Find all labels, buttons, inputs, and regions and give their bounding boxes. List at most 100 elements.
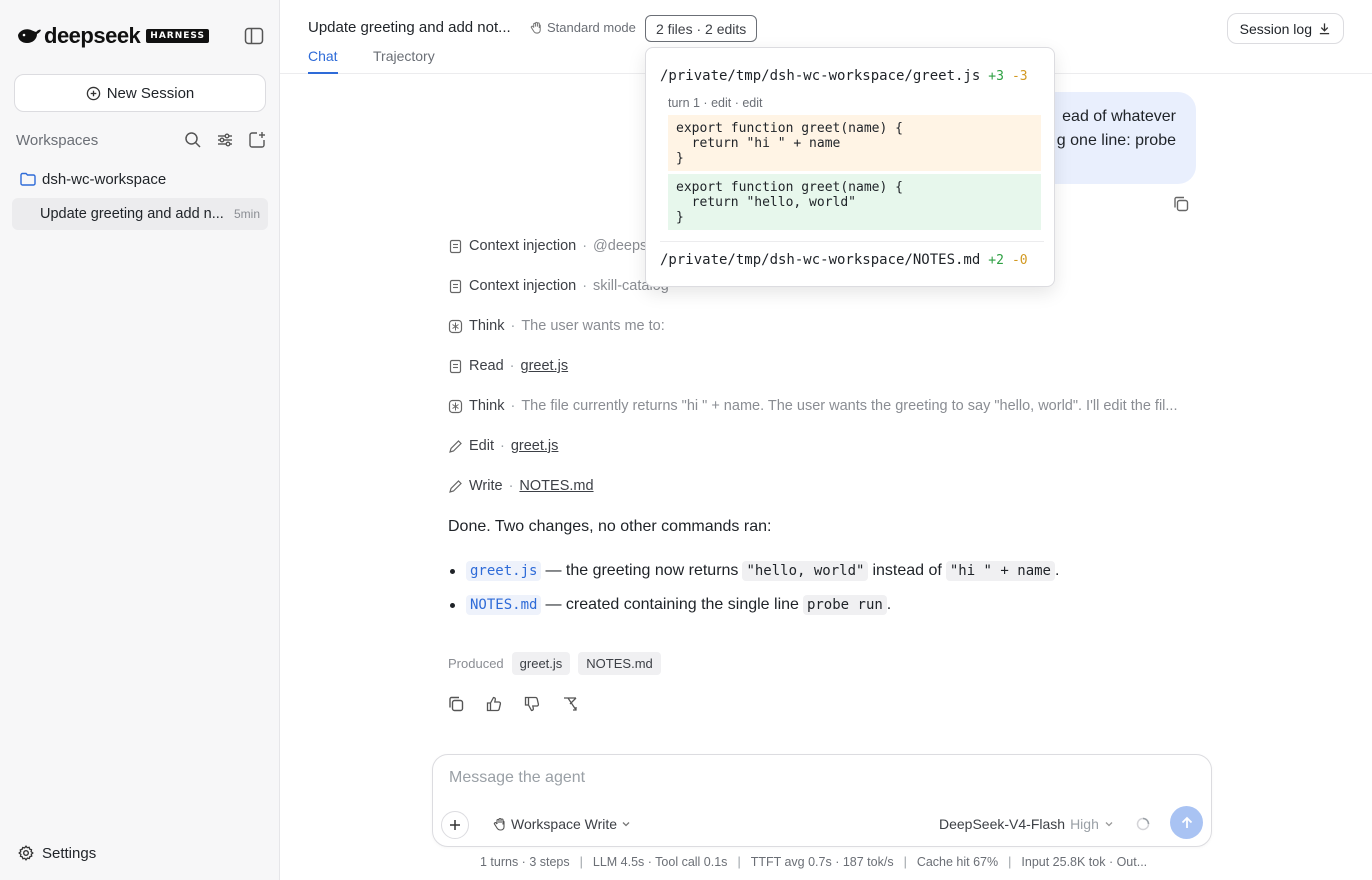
status-separator: | xyxy=(903,855,907,869)
model-effort: High xyxy=(1070,816,1099,832)
mode-label: Standard mode xyxy=(547,20,636,35)
session-item[interactable]: Update greeting and add n... 5min xyxy=(12,198,268,230)
step-think[interactable]: Think · The file currently returns "hi "… xyxy=(448,395,1177,417)
sidebar: deepseek HARNESS New Session Workspaces xyxy=(0,0,280,880)
status-bar: 1 turns · 3 steps | LLM 4.5s · Tool call… xyxy=(480,855,1147,869)
settings-label: Settings xyxy=(42,844,97,862)
sidebar-toggle-icon[interactable] xyxy=(244,27,264,45)
copy-icon[interactable] xyxy=(447,695,465,713)
popover-file-row[interactable]: /private/tmp/dsh-wc-workspace/NOTES.md +… xyxy=(660,250,1044,270)
step-detail: @deeps xyxy=(593,238,648,254)
attach-button[interactable] xyxy=(441,811,469,839)
lines-removed: -0 xyxy=(1011,252,1028,268)
answer-text: instead of xyxy=(872,562,942,579)
thumbs-down-icon[interactable] xyxy=(523,695,541,713)
step-file-link[interactable]: greet.js xyxy=(511,438,559,454)
session-age: 5min xyxy=(233,207,260,221)
brand-logo[interactable]: deepseek HARNESS xyxy=(16,24,209,48)
inline-code: "hi " + name xyxy=(945,561,1055,581)
send-button[interactable] xyxy=(1170,806,1203,839)
status-separator: | xyxy=(737,855,741,869)
chevron-down-icon xyxy=(1105,822,1113,827)
file-chip[interactable]: greet.js xyxy=(466,561,542,581)
popover-file-row[interactable]: /private/tmp/dsh-wc-workspace/greet.js +… xyxy=(660,66,1044,86)
changed-files-popover: /private/tmp/dsh-wc-workspace/greet.js +… xyxy=(645,47,1055,287)
status-separator: | xyxy=(579,855,583,869)
step-kind: Read xyxy=(469,358,504,374)
model-selector[interactable]: DeepSeek-V4-Flash High xyxy=(939,816,1114,832)
step-context-injection[interactable]: Context injection · skill-catalog xyxy=(448,275,669,297)
mode-indicator[interactable]: Standard mode xyxy=(530,20,636,35)
step-edit[interactable]: Edit · greet.js xyxy=(448,435,558,457)
permission-label: Workspace Write xyxy=(511,816,618,832)
hand-icon xyxy=(530,21,541,34)
message-input[interactable] xyxy=(449,769,1189,787)
status-separator: | xyxy=(1008,855,1012,869)
step-write[interactable]: Write · NOTES.md xyxy=(448,475,594,497)
inline-code: "hello, world" xyxy=(742,561,869,581)
step-separator: · xyxy=(510,398,516,414)
brain-icon xyxy=(448,319,463,333)
answer-intro: Done. Two changes, no other commands ran… xyxy=(448,518,772,535)
filter-sliders-icon[interactable] xyxy=(216,131,234,149)
step-context-injection[interactable]: Context injection · @deeps xyxy=(448,235,647,257)
new-session-label: New Session xyxy=(106,84,195,102)
new-session-button[interactable]: New Session xyxy=(14,74,266,112)
thumbs-up-icon[interactable] xyxy=(485,695,503,713)
workspaces-header: Workspaces xyxy=(16,130,266,150)
folder-icon xyxy=(20,172,36,186)
workspace-folder[interactable]: dsh-wc-workspace xyxy=(20,168,266,190)
step-separator: · xyxy=(509,358,515,374)
model-name: DeepSeek-V4-Flash xyxy=(939,816,1066,832)
lines-added: +2 xyxy=(988,252,1004,268)
diff-removed-block: export function greet(name) { return "hi… xyxy=(668,115,1041,171)
document-icon xyxy=(449,239,462,253)
tab-trajectory[interactable]: Trajectory xyxy=(373,48,435,74)
copy-icon[interactable] xyxy=(1172,195,1190,213)
lines-removed: -3 xyxy=(1011,68,1028,84)
file-path: /private/tmp/dsh-wc-workspace/greet.js xyxy=(660,68,981,84)
session-log-button[interactable]: Session log xyxy=(1226,13,1344,44)
bullet-dot xyxy=(450,602,455,608)
divider xyxy=(660,241,1044,242)
permission-selector[interactable]: Workspace Write xyxy=(493,816,631,832)
step-think[interactable]: Think · The user wants me to: xyxy=(448,315,665,337)
tab-chat[interactable]: Chat xyxy=(308,48,338,74)
new-workspace-icon[interactable] xyxy=(248,131,266,149)
step-separator: · xyxy=(510,318,516,334)
answer-text: — the greeting now returns xyxy=(545,562,739,579)
status-item: 1 turns · 3 steps xyxy=(480,855,570,869)
page-title: Update greeting and add not... xyxy=(308,19,511,36)
produced-file-chip[interactable]: NOTES.md xyxy=(578,651,661,675)
plus-circle-icon xyxy=(86,86,100,100)
pencil-icon xyxy=(449,479,462,493)
document-icon xyxy=(449,359,462,373)
plus-icon xyxy=(450,820,460,830)
branch-icon[interactable] xyxy=(561,695,579,713)
files-edits-chip[interactable]: 2 files · 2 edits xyxy=(645,15,758,42)
step-kind: Write xyxy=(469,478,503,494)
file-chip[interactable]: NOTES.md xyxy=(466,595,542,615)
step-kind: Context injection xyxy=(469,278,577,294)
step-file-link[interactable]: NOTES.md xyxy=(519,478,593,494)
answer-text: . xyxy=(1055,562,1060,579)
settings-button[interactable]: Settings xyxy=(18,843,96,863)
session-log-label: Session log xyxy=(1239,20,1312,37)
brain-icon xyxy=(448,399,463,413)
produced-file-chip[interactable]: greet.js xyxy=(511,651,571,675)
step-file-link[interactable]: greet.js xyxy=(521,358,569,374)
status-item: Input 25.8K tok · Out... xyxy=(1021,855,1148,869)
brand-name: deepseek xyxy=(44,23,141,48)
step-read[interactable]: Read · greet.js xyxy=(448,355,568,377)
step-separator: · xyxy=(582,278,588,294)
arrow-up-icon xyxy=(1181,816,1192,828)
step-separator: · xyxy=(508,478,514,494)
hand-icon xyxy=(493,817,505,831)
produced-files: Produced greet.js NOTES.md xyxy=(448,651,661,675)
search-icon[interactable] xyxy=(184,131,202,149)
harness-badge: HARNESS xyxy=(146,29,209,43)
download-icon xyxy=(1319,23,1330,35)
workspace-folder-name: dsh-wc-workspace xyxy=(42,170,167,188)
status-item: TTFT avg 0.7s · 187 tok/s xyxy=(750,855,894,869)
step-kind: Edit xyxy=(469,438,494,454)
